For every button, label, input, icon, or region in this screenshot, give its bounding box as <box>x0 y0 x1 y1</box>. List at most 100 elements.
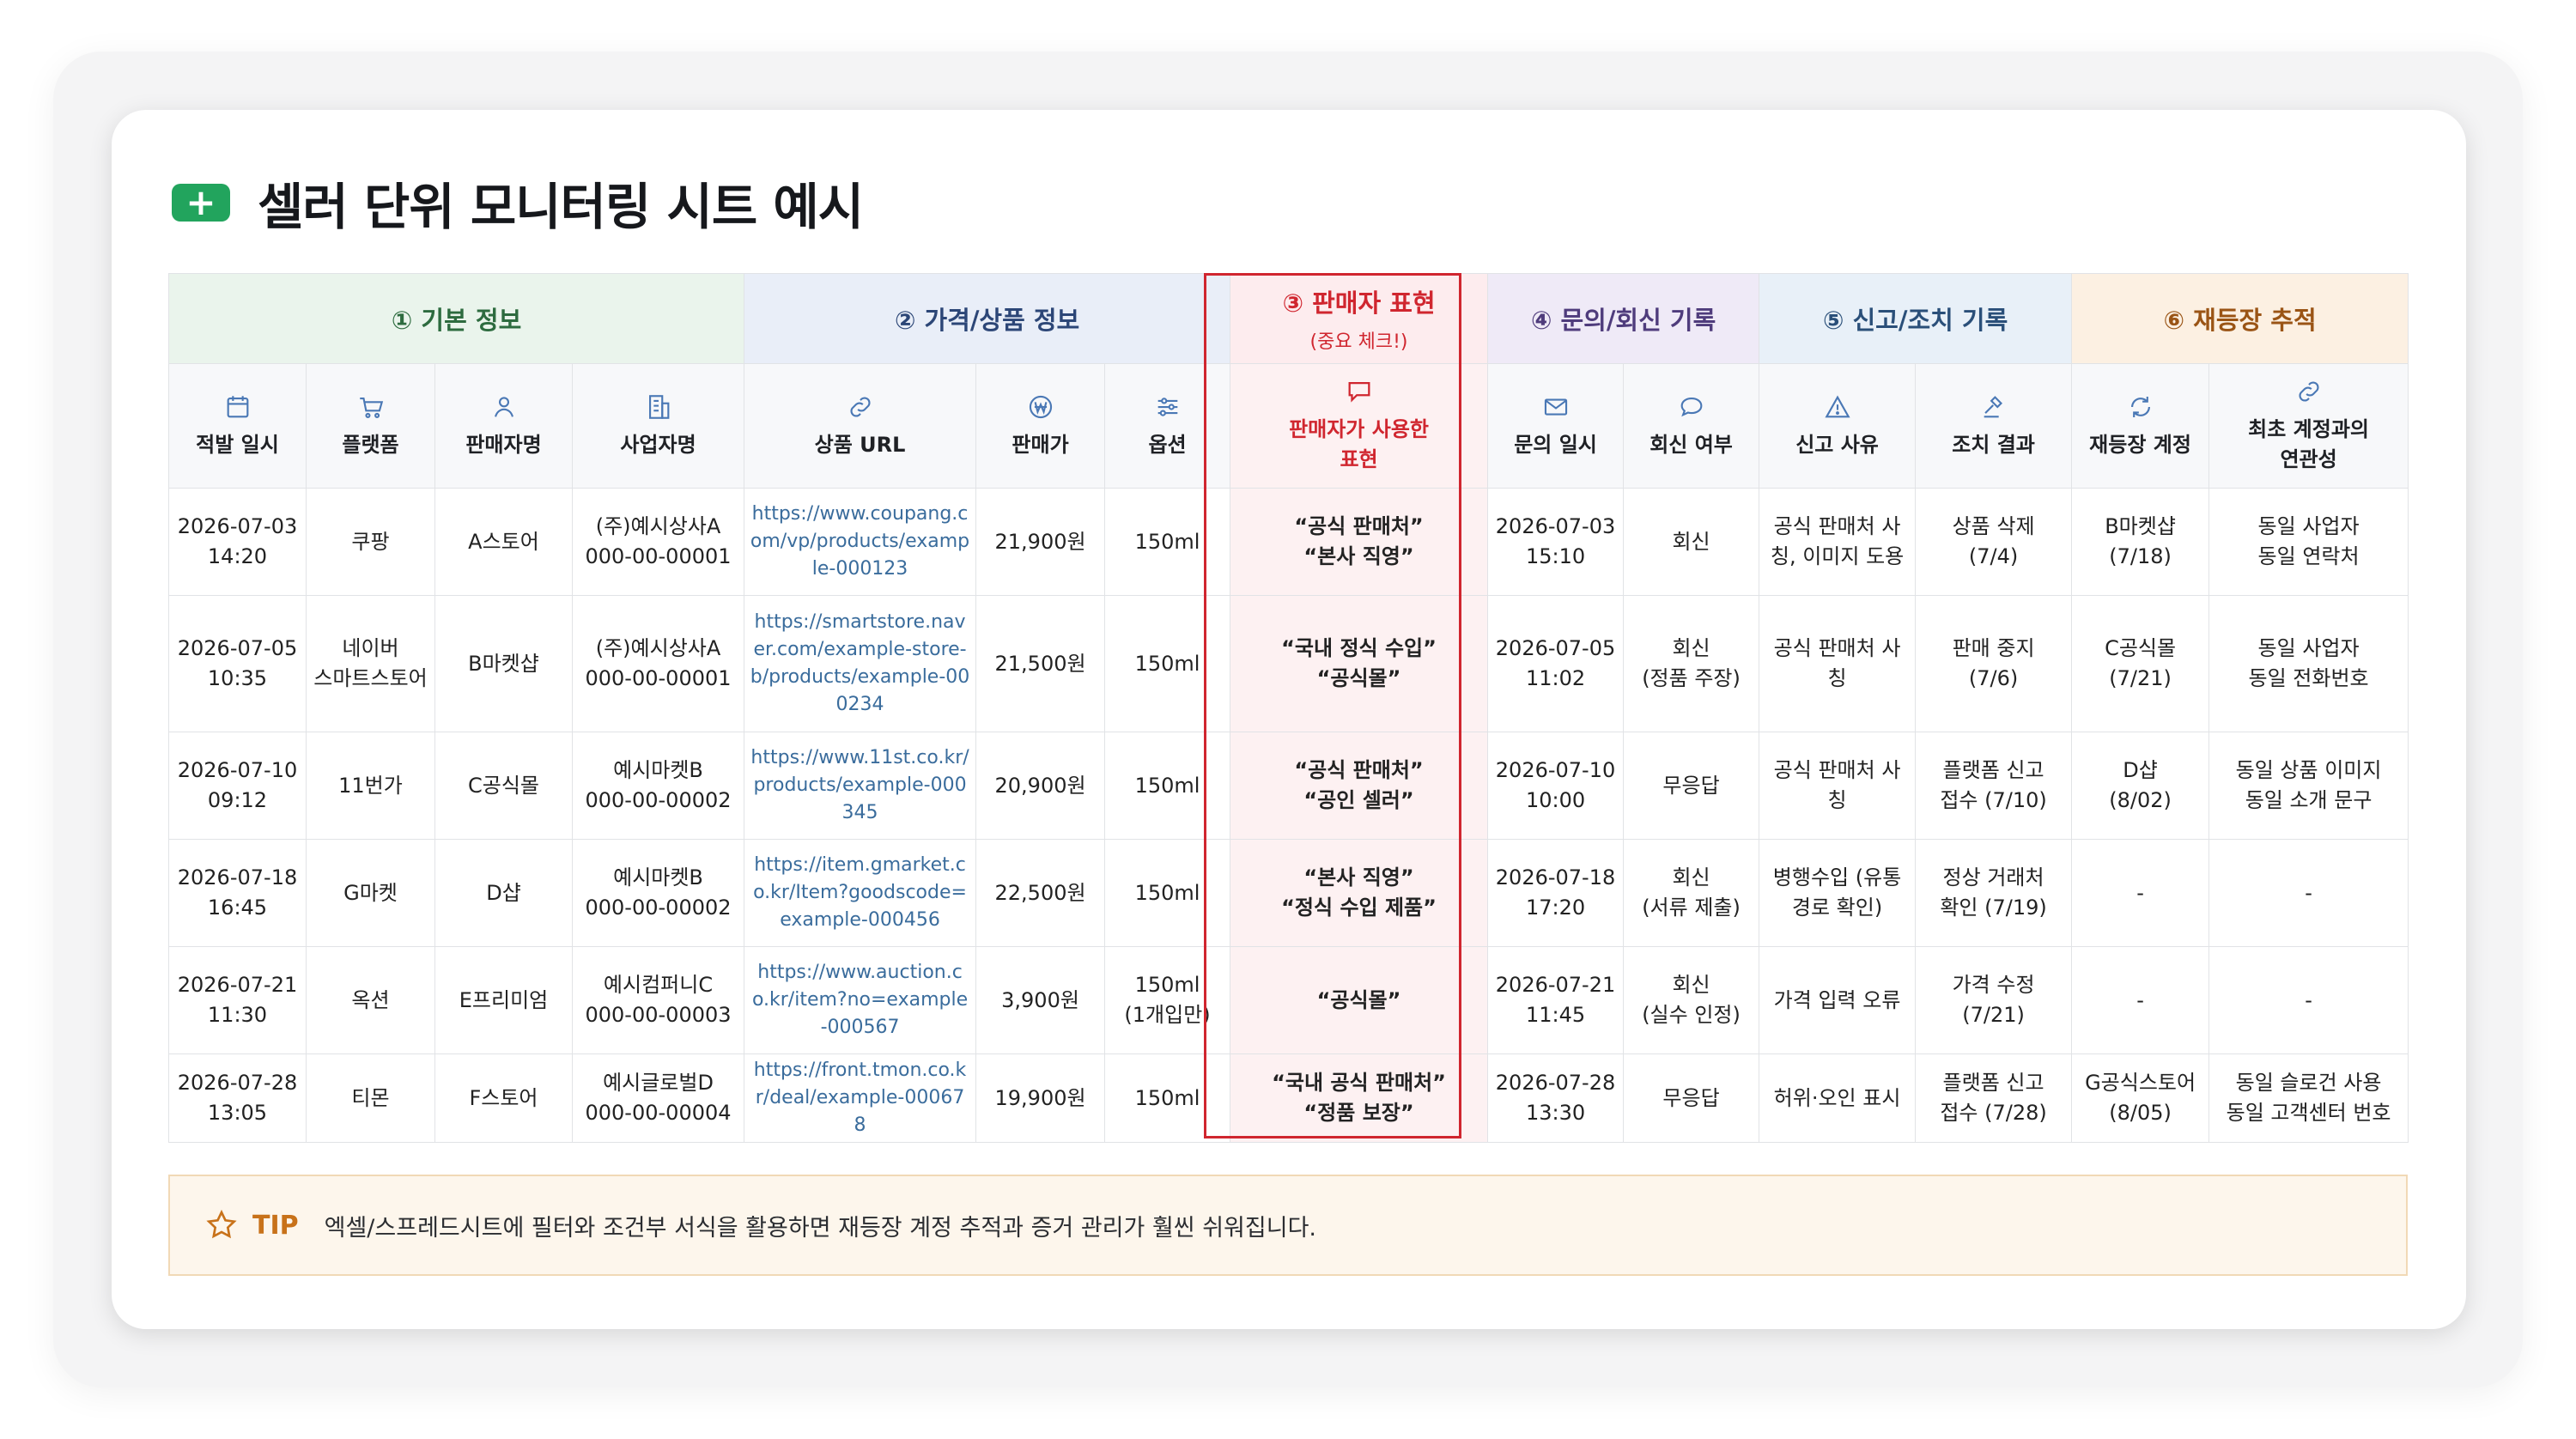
col-platform: 플랫폼 <box>306 363 435 489</box>
cell-report-reason: 공식 판매처 사칭, 이미지 도용 <box>1759 488 1917 596</box>
cell-seller: E프리미엄 <box>434 946 573 1054</box>
cell-inquiry-date: 2026-07-18 17:20 <box>1487 839 1625 947</box>
cell-option: 150ml (1개입만) <box>1104 946 1231 1054</box>
cell-reregister-account: B마켓샵 (7/18) <box>2071 488 2210 596</box>
page-title: 셀러 단위 모니터링 시트 예시 <box>258 178 864 236</box>
cell-option: 150ml <box>1104 839 1231 947</box>
group-inquiry-record: ④ 문의/회신 기록 <box>1487 273 1760 364</box>
column-header-row: 적발 일시 플랫폼 판매자명 사업자명 상품 URL 판매가 옵션 판매자가 사… <box>168 363 2409 489</box>
chat-bubble-icon <box>1677 392 1706 422</box>
cell-business: 예시마켓B 000-00-00002 <box>571 839 745 947</box>
cell-product-url[interactable]: https://item.gmarket.co.kr/Item?goodscod… <box>744 839 977 947</box>
refresh-icon <box>2126 392 2155 422</box>
cell-price: 21,500원 <box>975 595 1106 732</box>
cell-action-result: 플랫폼 신고 접수 (7/28) <box>1915 1053 2073 1143</box>
cell-inquiry-date: 2026-07-05 11:02 <box>1487 595 1625 732</box>
title-row: + 셀러 단위 모니터링 시트 예시 <box>172 168 864 237</box>
cell-seller-expression: “본사 직영” “정식 수입 제품” <box>1230 839 1489 947</box>
link-icon <box>846 392 875 422</box>
group-seller-expression: ③ 판매자 표현 (중요 체크!) <box>1230 273 1489 364</box>
group-header-row: ① 기본 정보 ② 가격/상품 정보 ③ 판매자 표현 (중요 체크!) ④ 문… <box>167 273 2409 364</box>
cell-option: 150ml <box>1104 595 1231 732</box>
cell-product-url[interactable]: https://www.coupang.com/vp/products/exam… <box>744 488 977 596</box>
cell-platform: 옥션 <box>306 946 435 1054</box>
table-row: 2026-07-05 10:35 네이버 스마트스토어 B마켓샵 (주)예시상사A 0… <box>168 595 2409 732</box>
cell-business: 예시컴퍼니C 000-00-00003 <box>571 946 745 1054</box>
cell-reply: 회신 (정품 주장) <box>1623 595 1760 732</box>
col-seller-expression: 판매자가 사용한 표현 <box>1230 363 1489 489</box>
star-icon <box>206 1209 237 1239</box>
speech-bubble-icon <box>1345 377 1374 406</box>
cell-date: 2026-07-18 16:45 <box>168 839 307 947</box>
cell-date: 2026-07-10 09:12 <box>168 732 307 840</box>
cell-reply: 회신 <box>1623 488 1760 596</box>
cell-price: 3,900원 <box>975 946 1106 1054</box>
cell-reregister-account: C공식몰 (7/21) <box>2071 595 2210 732</box>
cell-reregister-account: G공식스토어 (8/05) <box>2071 1053 2210 1143</box>
monitoring-table: ① 기본 정보 ② 가격/상품 정보 ③ 판매자 표현 (중요 체크!) ④ 문… <box>167 273 2409 1143</box>
cell-reply: 무응답 <box>1623 732 1760 840</box>
cell-seller-expression: “공식몰” <box>1230 946 1489 1054</box>
col-option: 옵션 <box>1104 363 1231 489</box>
table-row: 2026-07-03 14:20 쿠팡 A스토어 (주)예시상사A 000-00-0… <box>168 488 2409 596</box>
table-row: 2026-07-10 09:12 11번가 C공식몰 예시마켓B 000-00-00… <box>168 732 2409 840</box>
cell-report-reason: 공식 판매처 사칭 <box>1759 595 1917 732</box>
cell-product-url[interactable]: https://front.tmon.co.kr/deal/example-00… <box>744 1053 977 1143</box>
cell-price: 19,900원 <box>975 1053 1106 1143</box>
cell-inquiry-date: 2026-07-21 11:45 <box>1487 946 1625 1054</box>
group-report-record: ⑤ 신고/조치 기록 <box>1759 273 2073 364</box>
cell-report-reason: 허위·오인 표시 <box>1759 1053 1917 1143</box>
cell-action-result: 정상 거래처 확인 (7/19) <box>1915 839 2073 947</box>
cell-date: 2026-07-03 14:20 <box>168 488 307 596</box>
tip-text: 엑셀/스프레드시트에 필터와 조건부 서식을 활용하면 재등장 계정 추적과 증… <box>324 1214 1316 1242</box>
group-seller-sublabel: (중요 체크!) <box>1309 331 1408 353</box>
cell-price: 20,900원 <box>975 732 1106 840</box>
calendar-icon <box>223 392 252 422</box>
cell-relation: 동일 사업자 동일 전화번호 <box>2208 595 2409 732</box>
cell-action-result: 상품 삭제 (7/4) <box>1915 488 2073 596</box>
cell-date: 2026-07-28 13:05 <box>168 1053 307 1143</box>
link-icon <box>2294 377 2324 406</box>
cart-icon <box>356 392 386 422</box>
cell-seller: A스토어 <box>434 488 573 596</box>
cell-option: 150ml <box>1104 488 1231 596</box>
building-icon <box>644 392 673 422</box>
cell-seller: B마켓샵 <box>434 595 573 732</box>
cell-date: 2026-07-21 11:30 <box>168 946 307 1054</box>
table-row: 2026-07-21 11:30 옥션 E프리미엄 예시컴퍼니C 000-00-00… <box>168 946 2409 1054</box>
cell-reregister-account: D샵 (8/02) <box>2071 732 2210 840</box>
col-reply: 회신 여부 <box>1623 363 1760 489</box>
cell-report-reason: 공식 판매처 사칭 <box>1759 732 1917 840</box>
cell-action-result: 판매 중지 (7/6) <box>1915 595 2073 732</box>
tip-label: TIP <box>252 1210 299 1241</box>
table-row: 2026-07-28 13:05 티몬 F스토어 예시글로벌D 000-00-000… <box>168 1053 2409 1143</box>
cell-platform: 11번가 <box>306 732 435 840</box>
col-price: 판매가 <box>975 363 1106 489</box>
table-row: 2026-07-18 16:45 G마켓 D샵 예시마켓B 000-00-00002… <box>168 839 2409 947</box>
cell-reply: 회신 (서류 제출) <box>1623 839 1760 947</box>
group-reregister-tracking: ⑥ 재등장 추적 <box>2071 273 2409 364</box>
col-business: 사업자명 <box>571 363 745 489</box>
cell-reregister-account: - <box>2071 839 2210 947</box>
cell-product-url[interactable]: https://www.11st.co.kr/products/example-… <box>744 732 977 840</box>
col-report-reason: 신고 사유 <box>1759 363 1917 489</box>
cell-relation: - <box>2208 946 2409 1054</box>
cell-platform: 네이버 스마트스토어 <box>306 595 435 732</box>
cell-product-url[interactable]: https://www.auction.co.kr/item?no=exampl… <box>744 946 977 1054</box>
col-reregister-account: 재등장 계정 <box>2071 363 2210 489</box>
cell-product-url[interactable]: https://smartstore.naver.com/example-sto… <box>744 595 977 732</box>
plus-icon: + <box>172 184 230 222</box>
col-inquiry-date: 문의 일시 <box>1487 363 1625 489</box>
col-relation: 최초 계정과의 연관성 <box>2208 363 2409 489</box>
cell-seller: D샵 <box>434 839 573 947</box>
cell-business: (주)예시상사A 000-00-00001 <box>571 488 745 596</box>
col-seller: 판매자명 <box>434 363 573 489</box>
cell-business: 예시글로벌D 000-00-00004 <box>571 1053 745 1143</box>
col-url: 상품 URL <box>744 363 977 489</box>
mail-icon <box>1541 392 1571 422</box>
sliders-icon <box>1153 392 1182 422</box>
cell-action-result: 가격 수정 (7/21) <box>1915 946 2073 1054</box>
cell-seller: C공식몰 <box>434 732 573 840</box>
col-action-result: 조치 결과 <box>1915 363 2073 489</box>
won-coin-icon <box>1026 392 1055 422</box>
